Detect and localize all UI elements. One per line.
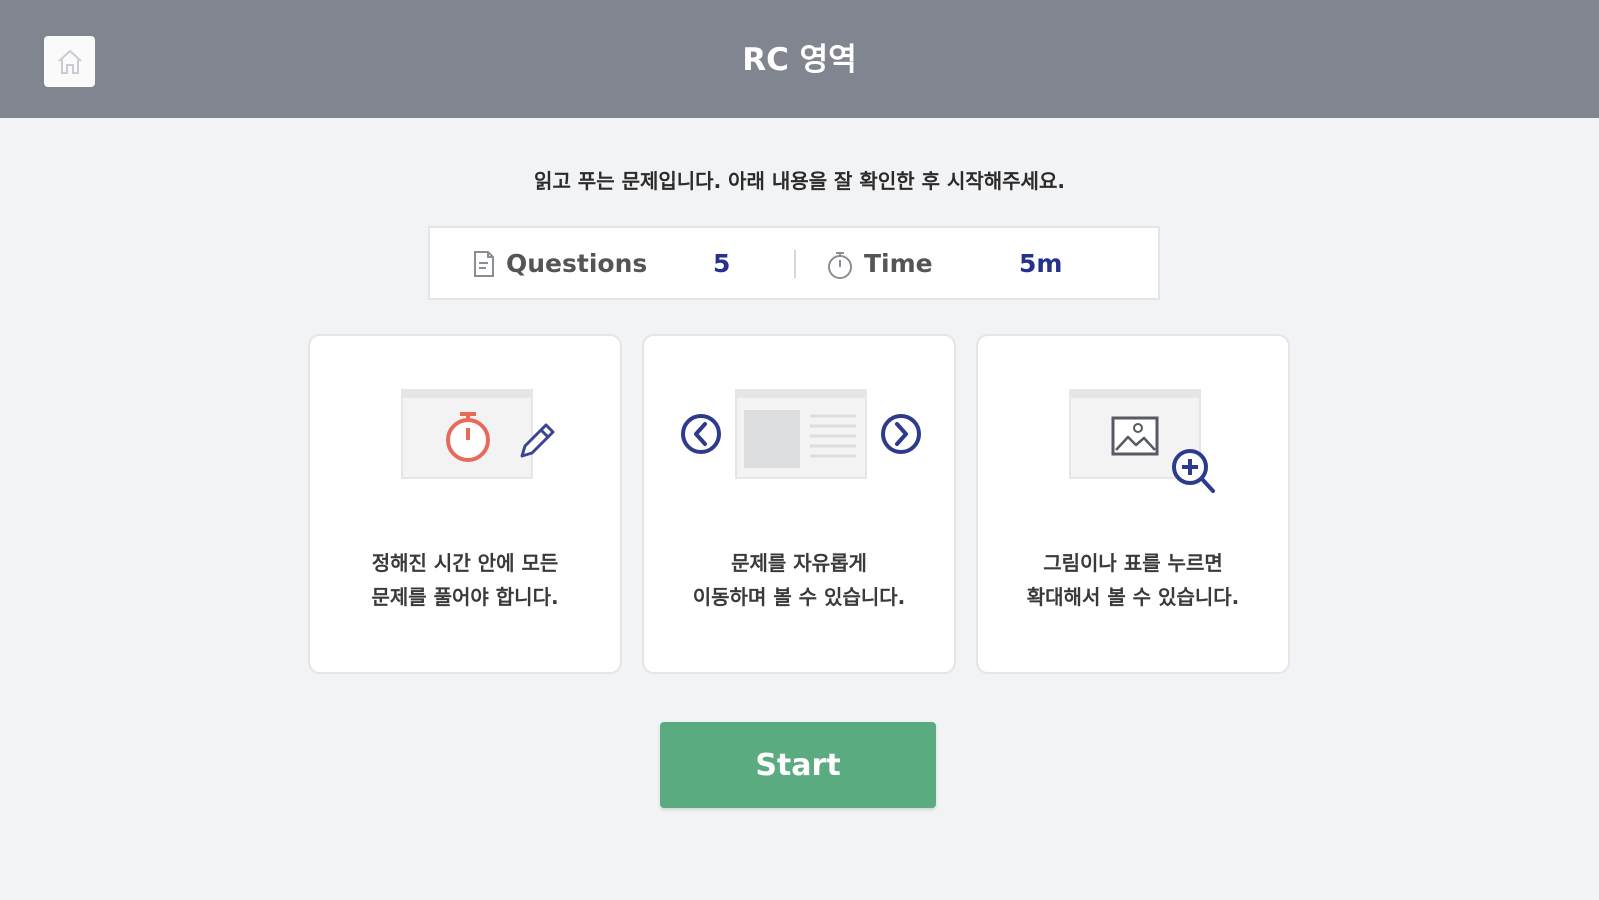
- page-title: RC 영역: [742, 42, 857, 78]
- info-card-timer: 정해진 시간 안에 모든 문제를 풀어야 합니다.: [308, 334, 622, 674]
- info-divider: [794, 250, 796, 278]
- document-icon: [474, 251, 494, 277]
- stopwatch-pencil-illustration: [401, 389, 555, 479]
- info-bar: Questions 5 Time 5m: [428, 226, 1160, 300]
- card-text-timer: 정해진 시간 안에 모든 문제를 풀어야 합니다.: [371, 551, 559, 609]
- info-card-zoom: 그림이나 표를 누르면 확대해서 볼 수 있습니다.: [976, 334, 1290, 674]
- card-text-navigation: 문제를 자유롭게 이동하며 볼 수 있습니다.: [692, 551, 906, 609]
- questions-label: Questions: [506, 249, 648, 278]
- stopwatch-icon: [828, 252, 852, 279]
- intro-text: 읽고 푸는 문제입니다. 아래 내용을 잘 확인한 후 시작해주세요.: [534, 169, 1065, 193]
- time-value: 5m: [1019, 249, 1063, 278]
- time-label: Time: [864, 249, 933, 278]
- start-button[interactable]: Start: [660, 722, 936, 808]
- page-navigation-illustration: [681, 389, 921, 479]
- image-zoom-illustration: [1069, 389, 1215, 493]
- questions-value: 5: [713, 249, 731, 278]
- info-card-navigation: 문제를 자유롭게 이동하며 볼 수 있습니다.: [642, 334, 956, 674]
- header-bar: RC 영역: [0, 0, 1599, 118]
- card-text-zoom: 그림이나 표를 누르면 확대해서 볼 수 있습니다.: [1026, 551, 1240, 609]
